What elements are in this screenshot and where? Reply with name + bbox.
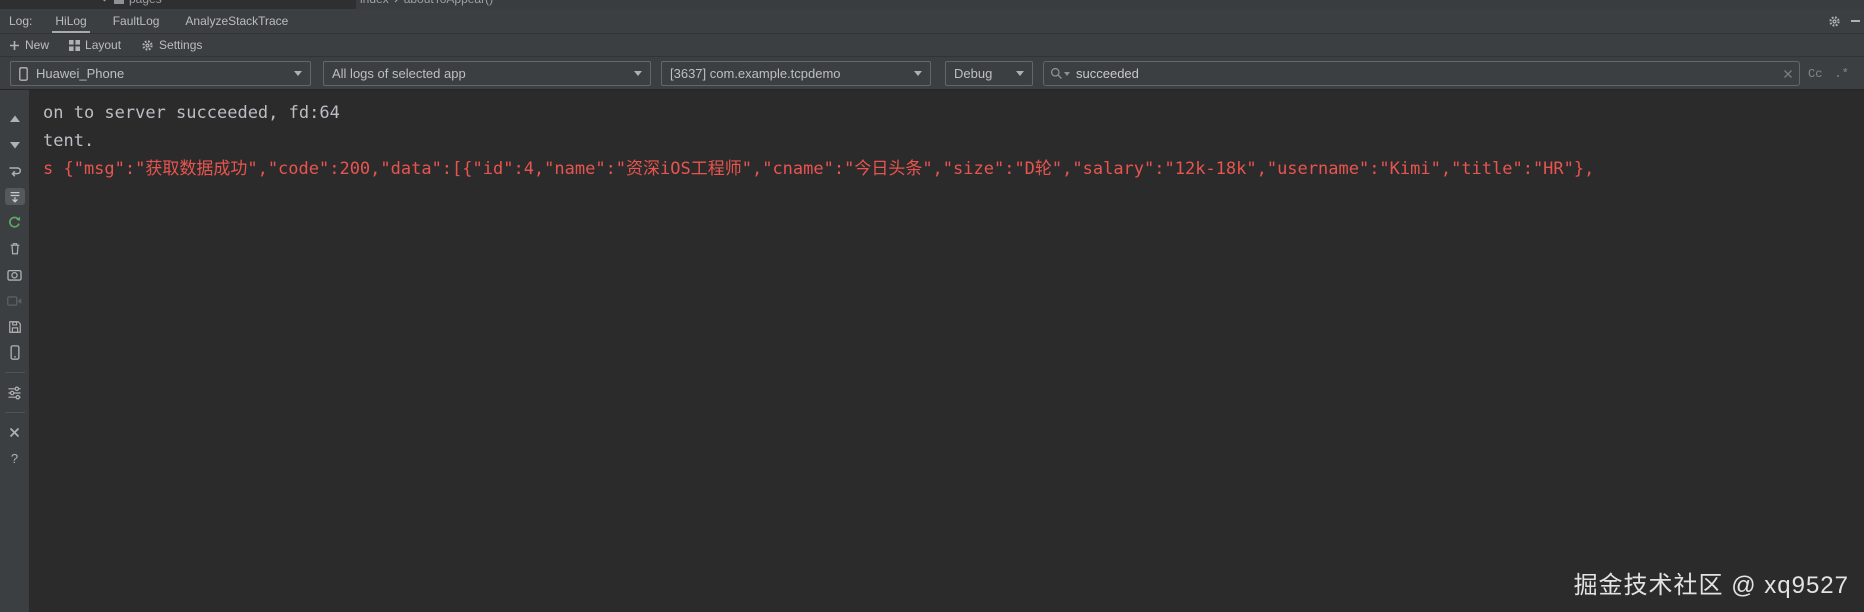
tab-faultlog[interactable]: FaultLog: [110, 9, 163, 33]
log-config-button[interactable]: [5, 384, 25, 401]
screenshot-button[interactable]: [5, 266, 25, 283]
help-button[interactable]: ?: [5, 450, 25, 467]
chevron-down-icon: [103, 0, 106, 2]
tab-hilog[interactable]: HiLog: [52, 9, 90, 33]
export-log-button[interactable]: [5, 318, 25, 335]
log-level-value: Debug: [954, 66, 993, 81]
filter-bar: Huawei_Phone All logs of selected app [3…: [0, 57, 1864, 90]
tree-item-pages[interactable]: pages: [129, 0, 162, 6]
scroll-to-end-icon: [10, 191, 19, 203]
chevron-right-icon: [394, 0, 398, 3]
video-camera-icon: [7, 295, 22, 306]
scroll-down-button[interactable]: [5, 136, 25, 153]
help-icon: ?: [10, 451, 19, 466]
action-toolbar: New Layout Settings: [0, 34, 1864, 57]
new-button[interactable]: New: [9, 38, 49, 52]
trash-icon: [10, 243, 19, 255]
chevron-down-icon: [634, 71, 642, 76]
soft-wrap-button[interactable]: [5, 162, 25, 179]
search-input[interactable]: [1076, 66, 1783, 81]
settings-button[interactable]: Settings: [141, 38, 202, 52]
log-line-error: s {"msg":"获取数据成功","code":200,"data":[{"i…: [43, 159, 1595, 179]
search-box[interactable]: [1043, 61, 1800, 86]
breadcrumb: index aboutToAppear(): [360, 0, 493, 6]
watermark: 掘金技术社区 @ xq9527: [1573, 572, 1849, 599]
search-history-chevron-icon[interactable]: [1064, 71, 1070, 76]
camera-icon: [7, 269, 22, 281]
log-toolbar-rail: ?: [0, 90, 29, 612]
close-panel-button[interactable]: [5, 424, 25, 441]
save-icon: [8, 320, 21, 333]
tab-analyzestacktrace[interactable]: AnalyzeStackTrace: [182, 9, 291, 33]
plus-icon: [10, 40, 19, 50]
close-icon: [9, 427, 20, 438]
gear-icon: [142, 39, 153, 51]
down-arrow-icon: [9, 141, 20, 148]
log-output[interactable]: on to server succeeded, fd:64 tent. s {"…: [29, 90, 1864, 612]
match-case-toggle[interactable]: Cc: [1808, 67, 1822, 81]
screen-record-button[interactable]: [5, 292, 25, 309]
phone-icon: [19, 66, 28, 81]
regex-toggle[interactable]: .*: [1834, 67, 1848, 81]
log-tabbar: Log: HiLog FaultLog AnalyzeStackTrace: [0, 9, 1864, 34]
layout-button-label: Layout: [85, 38, 122, 52]
sliders-icon: [8, 386, 21, 399]
rail-divider: [4, 372, 25, 373]
search-icon: [1050, 67, 1062, 79]
gear-icon[interactable]: [1828, 15, 1841, 28]
scroll-to-end-button[interactable]: [4, 188, 25, 205]
soft-wrap-icon: [9, 166, 21, 177]
device-icon: [9, 345, 19, 360]
chevron-down-icon: [1016, 71, 1024, 76]
log-body: ? on to server succeeded, fd:64 tent. s …: [0, 90, 1864, 612]
restart-button[interactable]: [5, 214, 25, 231]
device-select[interactable]: Huawei_Phone: [10, 61, 311, 86]
project-tree-strip: pages: [0, 0, 356, 9]
breadcrumb-file[interactable]: index: [360, 0, 389, 6]
clear-search-icon[interactable]: [1783, 69, 1793, 79]
hide-panel-icon[interactable]: [1851, 20, 1860, 22]
chevron-down-icon: [294, 71, 302, 76]
layout-button[interactable]: Layout: [69, 38, 121, 52]
log-label: Log:: [9, 14, 33, 28]
clear-log-button[interactable]: [5, 240, 25, 257]
restart-icon: [9, 216, 21, 228]
log-source-value: All logs of selected app: [332, 66, 466, 81]
process-select-value: [3637] com.example.tcpdemo: [670, 66, 841, 81]
log-line: tent.: [43, 131, 95, 151]
scroll-up-button[interactable]: [5, 110, 25, 127]
log-line: on to server succeeded, fd:64: [43, 103, 340, 123]
device-select-value: Huawei_Phone: [36, 66, 125, 81]
up-arrow-icon: [9, 115, 20, 122]
process-select[interactable]: [3637] com.example.tcpdemo: [661, 61, 931, 86]
chevron-down-icon: [914, 71, 922, 76]
top-strip: pages index aboutToAppear(): [0, 0, 1864, 9]
settings-button-label: Settings: [159, 38, 203, 52]
new-button-label: New: [25, 38, 50, 52]
log-level-select[interactable]: Debug: [945, 61, 1033, 86]
breadcrumb-symbol[interactable]: aboutToAppear(): [404, 0, 493, 6]
grid-icon: [69, 39, 81, 51]
folder-icon: [114, 0, 124, 4]
breadcrumb-strip: index aboutToAppear(): [356, 0, 1864, 9]
rail-divider: [4, 412, 25, 413]
device-view-button[interactable]: [5, 344, 25, 361]
log-source-select[interactable]: All logs of selected app: [323, 61, 651, 86]
